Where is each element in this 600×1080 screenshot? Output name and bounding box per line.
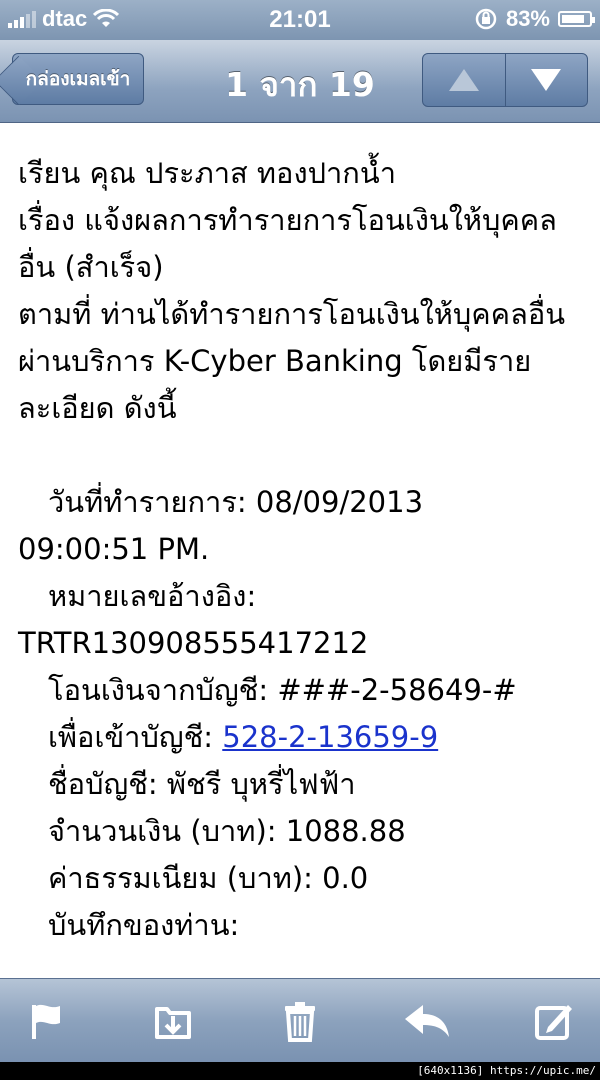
greeting-line: เรียน คุณ ประภาส ทองปากน้ำ	[18, 156, 396, 190]
message-position-title: 1 จาก 19	[225, 65, 375, 104]
to-account-row: เพื่อเข้าบัญชี: 528-2-13659-9	[18, 714, 588, 761]
subject-line: เรื่อง แจ้งผลการทำรายการโอนเงินให้บุคคล	[18, 203, 557, 237]
to-account-label: เพื่อเข้าบัญชี:	[48, 720, 223, 754]
transaction-time: 09:00:51 PM.	[18, 532, 210, 566]
move-button[interactable]	[145, 993, 201, 1049]
back-to-inbox-button[interactable]: กล่องเมลเข้า	[12, 53, 144, 105]
status-bar: dtac 21:01 83%	[0, 0, 600, 40]
note-label: บันทึกของท่าน:	[48, 908, 240, 942]
compose-button[interactable]	[526, 993, 582, 1049]
reference-label: หมายเลขอ้างอิง:	[48, 579, 257, 613]
intro-line: ตามที่ ท่านได้ทำรายการโอนเงินให้บุคคลอื่…	[18, 297, 566, 331]
next-message-button[interactable]	[504, 54, 588, 106]
down-arrow-icon	[531, 69, 562, 91]
compose-icon	[535, 1004, 572, 1040]
status-right: 83%	[474, 6, 595, 32]
battery-icon	[558, 11, 595, 27]
up-arrow-icon	[448, 69, 479, 91]
delete-button[interactable]	[272, 993, 328, 1049]
from-account: โอนเงินจากบัญชี: ###-2-58649-#	[48, 673, 517, 707]
fee: ค่าธรรมเนียม (บาท): 0.0	[48, 861, 369, 895]
battery-percent: 83%	[505, 6, 550, 31]
watermark-text: [640x1136] https://upic.me/	[413, 1062, 600, 1080]
intro-line-3: ละเอียด ดังนี้	[18, 391, 177, 425]
message-navigation-control	[422, 53, 588, 107]
reference-number: TRTR130908555417212	[18, 626, 369, 660]
trash-icon	[285, 1001, 315, 1042]
message-body: เรียน คุณ ประภาส ทองปากน้ำ เรื่อง แจ้งผล…	[18, 150, 588, 949]
back-button-label: กล่องเมลเข้า	[25, 68, 131, 90]
navigation-bar: กล่องเมลเข้า 1 จาก 19	[0, 40, 600, 123]
previous-message-button[interactable]	[423, 54, 505, 106]
flag-button[interactable]	[18, 993, 74, 1049]
reply-icon	[405, 1004, 449, 1037]
rotation-lock-icon	[475, 8, 497, 30]
transaction-details: วันที่ทำรายการ: 08/09/2013 09:00:51 PM. …	[18, 479, 588, 949]
reply-button[interactable]	[399, 993, 455, 1049]
account-name: ชื่อบัญชี: พัชรี บุหรี่ไฟฟ้า	[48, 767, 356, 801]
bottom-toolbar	[0, 978, 600, 1062]
transaction-date: วันที่ทำรายการ: 08/09/2013	[48, 485, 424, 519]
amount: จำนวนเงิน (บาท): 1088.88	[48, 814, 406, 848]
subject-line-cont: อื่น (สำเร็จ)	[18, 250, 164, 284]
intro-line-2: ผ่านบริการ K-Cyber Banking โดยมีราย	[18, 344, 532, 378]
to-account-link[interactable]: 528-2-13659-9	[222, 720, 438, 754]
flag-icon	[32, 1004, 60, 1039]
move-folder-icon	[155, 1006, 191, 1039]
